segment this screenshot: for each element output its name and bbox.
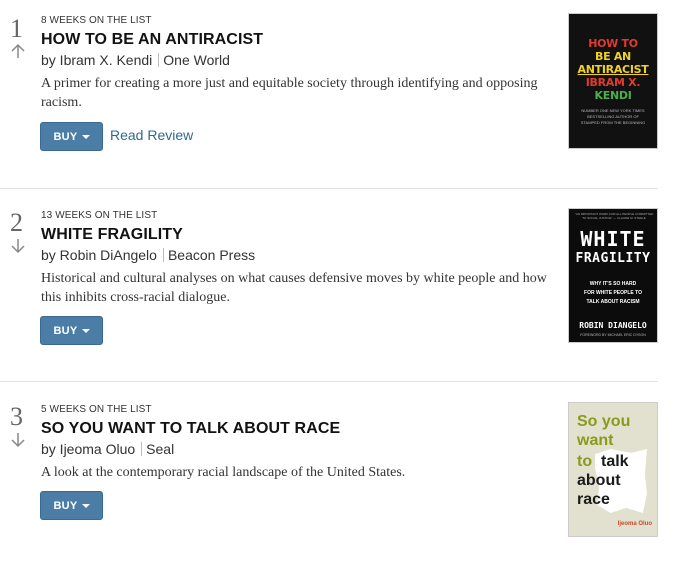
book-title[interactable]: SO YOU WANT TO TALK ABOUT RACE <box>41 420 340 438</box>
arrow-down-icon <box>11 433 25 448</box>
cover-text: want <box>577 432 614 449</box>
publisher-name: Seal <box>146 441 175 457</box>
buy-button[interactable]: BUY <box>40 491 103 520</box>
book-entry-3: 3 5 WEEKS ON THE LIST SO YOU WANT TO TAL… <box>0 0 680 565</box>
cover-author: Ijeoma Oluo <box>617 521 652 527</box>
byline: by Ijeoma Oluo Seal <box>41 441 174 457</box>
cover-text: So you <box>577 413 631 430</box>
byline-divider <box>141 442 143 456</box>
caret-down-icon <box>81 504 90 508</box>
cover-text: talk <box>601 453 629 470</box>
book-description: A look at the contemporary racial landsc… <box>41 465 406 480</box>
weeks-on-list: 5 WEEKS ON THE LIST <box>41 404 152 415</box>
cover-text: race <box>577 491 610 508</box>
buy-label: BUY <box>53 499 78 512</box>
author-name: by Ijeoma Oluo <box>41 441 136 457</box>
cover-text: to <box>577 453 593 470</box>
book-cover-image[interactable]: So you want to talk about race Ijeoma Ol… <box>568 402 658 537</box>
rank-number: 3 <box>10 402 23 431</box>
cover-text: about <box>577 472 621 489</box>
